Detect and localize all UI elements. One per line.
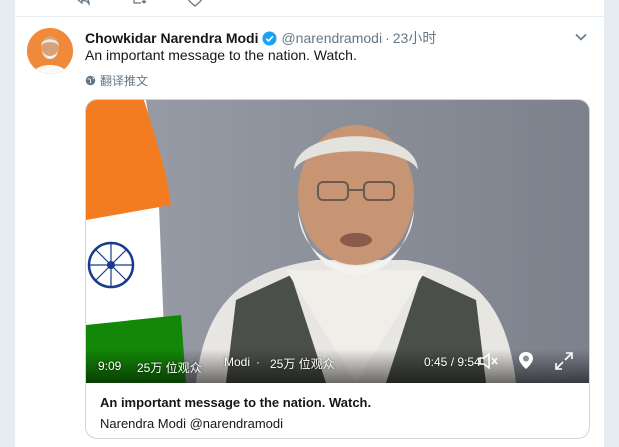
video-card[interactable]: 9:09 25万 位观众 Modi · 25万 位观众 0:45 / 9:54 … bbox=[85, 99, 590, 439]
mute-icon[interactable] bbox=[478, 351, 498, 371]
tweet-header: Chowkidar Narendra Modi @narendramodi · … bbox=[85, 28, 436, 48]
previous-tweet-actions bbox=[75, 0, 209, 8]
tweet-divider bbox=[15, 16, 604, 17]
video-views-label: 25万 位观众 bbox=[270, 357, 335, 371]
avatar[interactable] bbox=[27, 28, 73, 74]
card-info[interactable]: An important message to the nation. Watc… bbox=[86, 383, 589, 438]
video-views-badge: 25万 位观众 bbox=[137, 361, 202, 375]
timeline-column: Chowkidar Narendra Modi @narendramodi · … bbox=[14, 0, 605, 447]
avatar-image bbox=[27, 28, 73, 74]
card-title: An important message to the nation. Watc… bbox=[100, 395, 372, 410]
video-player[interactable]: 9:09 25万 位观众 Modi · 25万 位观众 0:45 / 9:54 bbox=[86, 100, 589, 383]
reply-icon bbox=[77, 0, 90, 7]
translate-label: 翻译推文 bbox=[100, 74, 149, 88]
retweet-action[interactable] bbox=[131, 0, 153, 8]
reply-action[interactable] bbox=[75, 0, 97, 8]
separator-dot: · bbox=[256, 355, 260, 369]
verified-badge-icon bbox=[262, 30, 277, 46]
chevron-down-icon[interactable] bbox=[574, 30, 588, 44]
card-subtitle: Narendra Modi @narendramodi bbox=[100, 416, 284, 431]
video-channel-label: Modi bbox=[224, 355, 251, 369]
globe-icon bbox=[85, 75, 96, 86]
fullscreen-icon[interactable] bbox=[554, 351, 574, 371]
heart-icon bbox=[188, 0, 202, 7]
translate-tweet-link[interactable]: 翻译推文 bbox=[85, 72, 148, 89]
video-frame bbox=[86, 100, 589, 383]
tweet-text: An important message to the nation. Watc… bbox=[85, 47, 357, 63]
video-timestamp: 0:45 / 9:54 bbox=[424, 355, 481, 369]
video-duration-badge: 9:09 bbox=[98, 359, 122, 373]
author-name[interactable]: Chowkidar Narendra Modi bbox=[85, 30, 258, 46]
periscope-icon[interactable] bbox=[516, 350, 536, 370]
like-action[interactable] bbox=[187, 0, 209, 8]
retweet-icon bbox=[133, 0, 147, 4]
separator-dot: · bbox=[385, 30, 390, 46]
author-handle[interactable]: @narendramodi bbox=[281, 30, 382, 46]
tweet-timestamp[interactable]: 23小时 bbox=[393, 28, 437, 48]
